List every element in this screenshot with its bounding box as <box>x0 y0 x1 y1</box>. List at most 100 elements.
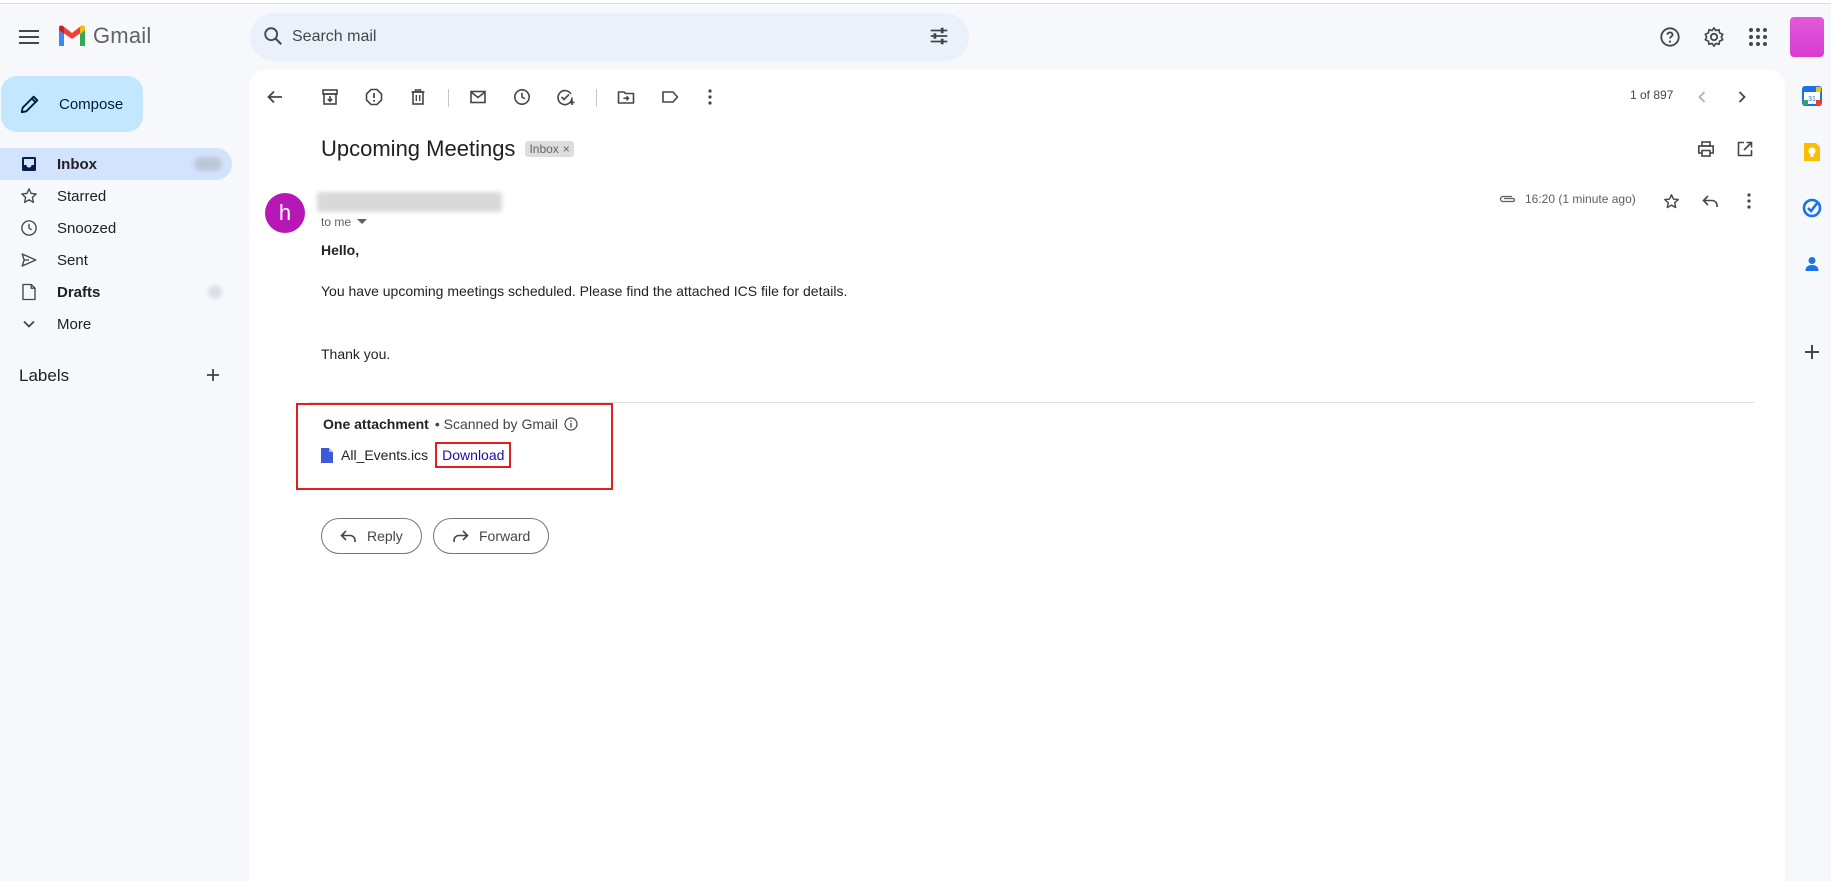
drafts-count-redacted <box>208 285 222 299</box>
search-input[interactable] <box>292 23 852 51</box>
email-subject: Upcoming Meetings Inbox × <box>321 136 574 162</box>
add-to-tasks-button[interactable] <box>550 81 582 113</box>
reply-icon <box>340 529 356 542</box>
clock-icon <box>514 89 530 105</box>
attachment-icon <box>1499 195 1516 203</box>
open-new-window-button[interactable] <box>1729 133 1761 165</box>
support-button[interactable] <box>1654 21 1686 53</box>
sidebar-item-sent[interactable]: Sent <box>0 244 232 276</box>
trash-icon <box>411 89 425 105</box>
google-apps-button[interactable] <box>1742 21 1774 53</box>
back-button[interactable] <box>259 81 291 113</box>
sidebar-item-more[interactable]: More <box>0 308 232 340</box>
older-button[interactable] <box>1726 81 1758 113</box>
create-label-button[interactable] <box>204 366 222 389</box>
compose-button[interactable]: Compose <box>1 76 143 132</box>
arrow-left-icon <box>267 90 282 104</box>
caret-down-icon[interactable] <box>357 219 368 225</box>
attachments-header: One attachment • Scanned by Gmail <box>323 416 578 432</box>
browser-top-edge <box>0 0 1831 4</box>
attachment-item: All_Events.ics Download <box>320 442 512 468</box>
contacts-icon <box>1805 257 1819 271</box>
delete-button[interactable] <box>402 81 434 113</box>
more-options-button[interactable] <box>694 81 726 113</box>
search-icon[interactable] <box>262 25 284 47</box>
apps-grid-icon <box>1749 28 1767 46</box>
sidebar-nav: Inbox Starred Snoozed Sent Drafts More <box>0 148 232 340</box>
printer-icon <box>1697 141 1714 157</box>
unread-count-redacted <box>194 157 222 171</box>
chevron-right-icon <box>1738 91 1746 103</box>
scan-status: • Scanned by Gmail <box>434 416 558 432</box>
newer-button[interactable] <box>1686 81 1718 113</box>
file-icon <box>321 447 333 463</box>
settings-button[interactable] <box>1698 21 1730 53</box>
chip-label: Inbox <box>529 142 559 156</box>
sender-avatar[interactable]: h <box>265 193 305 233</box>
main-menu-button[interactable] <box>11 19 47 55</box>
reply-icon <box>1701 194 1718 207</box>
subject-text: Upcoming Meetings <box>321 136 516 161</box>
plus-icon <box>1805 345 1819 359</box>
gmail-m-icon <box>59 25 85 46</box>
attachment-count: One attachment <box>323 416 429 432</box>
remove-label-icon[interactable]: × <box>563 142 570 156</box>
message-position: 1 of 897 <box>1630 88 1674 102</box>
labels-header: Labels <box>19 366 70 385</box>
message-meta: 16:20 (1 minute ago) <box>1499 192 1636 206</box>
forward-icon <box>453 529 469 542</box>
more-vert-icon <box>708 89 712 105</box>
recipient-details[interactable]: to me <box>321 215 368 229</box>
gmail-logo[interactable]: Gmail <box>57 23 151 49</box>
compose-label: Compose <box>59 95 124 113</box>
svg-text:31: 31 <box>1808 96 1816 103</box>
report-spam-icon <box>365 88 383 106</box>
mail-icon <box>470 90 486 104</box>
clock-icon <box>20 219 38 237</box>
reply-button[interactable] <box>1694 185 1726 217</box>
hamburger-icon <box>19 30 39 44</box>
move-to-button[interactable] <box>610 81 642 113</box>
contacts-app-button[interactable] <box>1800 252 1824 276</box>
search-bar[interactable] <box>250 13 969 61</box>
search-options-icon[interactable] <box>928 25 950 47</box>
keep-icon <box>1804 143 1820 161</box>
keep-app-button[interactable] <box>1800 140 1824 164</box>
move-folder-icon <box>617 91 635 104</box>
forward-label: Forward <box>479 528 531 544</box>
sidebar-item-label: Sent <box>57 251 88 269</box>
account-avatar[interactable] <box>1790 17 1824 57</box>
labels-button[interactable] <box>654 81 686 113</box>
report-spam-button[interactable] <box>358 81 390 113</box>
download-attachment-link[interactable]: Download <box>435 442 512 468</box>
inbox-label-chip[interactable]: Inbox × <box>525 141 574 157</box>
print-all-button[interactable] <box>1690 133 1722 165</box>
email-closing: Thank you. <box>321 346 391 362</box>
tasks-app-button[interactable] <box>1800 196 1824 220</box>
sidebar-item-starred[interactable]: Starred <box>0 180 232 212</box>
snooze-button[interactable] <box>506 81 538 113</box>
forward-pill-button[interactable]: Forward <box>433 518 550 554</box>
reply-pill-button[interactable]: Reply <box>321 518 422 554</box>
sidebar-item-snoozed[interactable]: Snoozed <box>0 212 232 244</box>
send-icon <box>20 251 38 269</box>
star-message-button[interactable] <box>1655 185 1687 217</box>
draft-icon <box>20 283 38 301</box>
sidebar-item-drafts[interactable]: Drafts <box>0 276 232 308</box>
info-icon[interactable] <box>564 417 578 431</box>
recipient-text: to me <box>321 215 352 229</box>
help-icon <box>1660 27 1680 47</box>
chevron-left-icon <box>1698 91 1706 103</box>
attachment-file-name[interactable]: All_Events.ics <box>341 447 428 463</box>
toolbar-divider <box>596 89 597 107</box>
archive-button[interactable] <box>314 81 346 113</box>
mark-unread-button[interactable] <box>462 81 494 113</box>
label-icon <box>662 91 679 103</box>
get-addons-button[interactable] <box>1800 340 1824 364</box>
calendar-app-button[interactable]: 31 <box>1800 84 1824 108</box>
star-icon <box>20 187 38 205</box>
sidebar-item-inbox[interactable]: Inbox <box>0 148 232 180</box>
star-icon <box>1663 193 1679 208</box>
message-more-button[interactable] <box>1733 185 1765 217</box>
archive-icon <box>322 89 338 105</box>
